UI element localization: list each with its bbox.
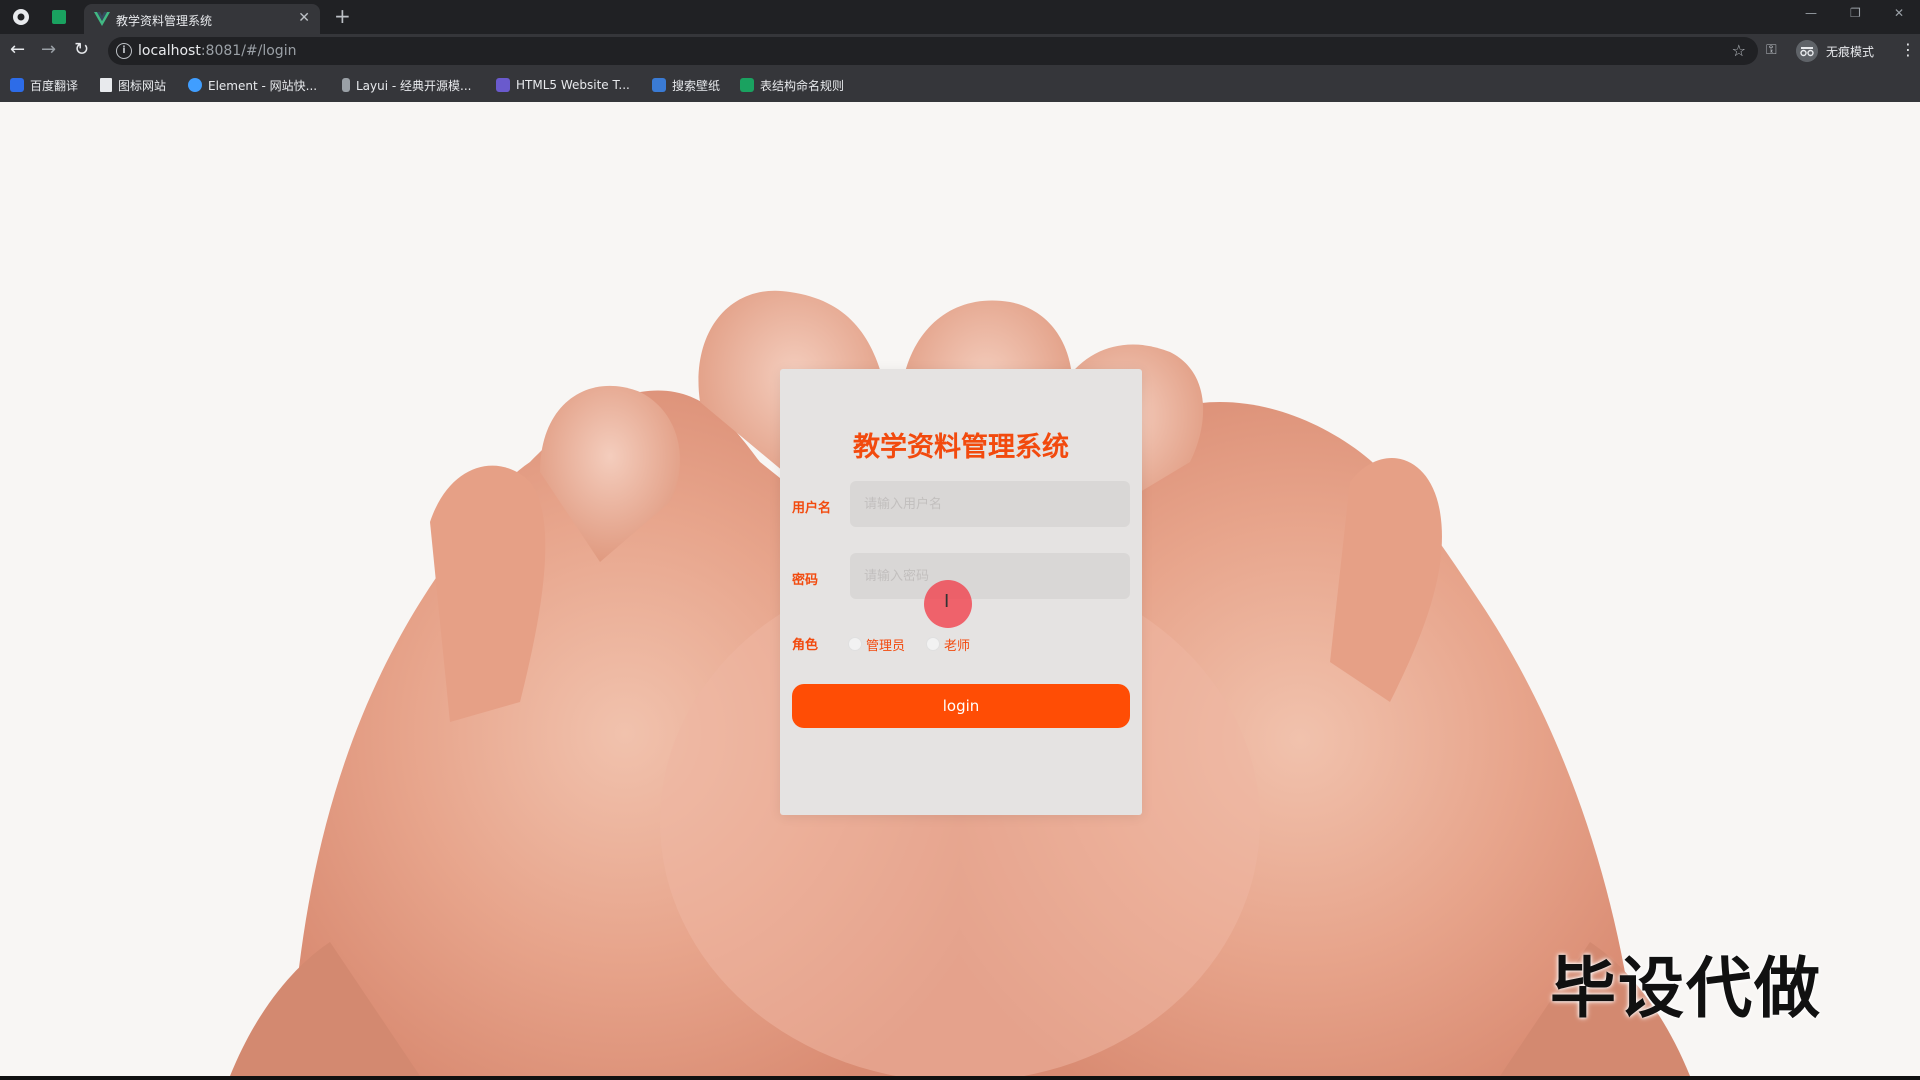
url-text: localhost:8081/#/login [138,43,297,59]
password-label: 密码 [792,573,819,588]
role-label: 角色 [792,638,819,653]
back-icon[interactable]: ← [10,40,25,60]
radio-teacher[interactable] [926,637,940,651]
browser-chrome: 教学资料管理系统 ✕ + — ❐ ✕ ← → ↻ i localhost:808… [0,0,1920,102]
radio-admin-label[interactable]: 管理员 [866,635,905,654]
role-radio-group: 管理员 老师 [848,635,1048,654]
browser-toolbar: ← → ↻ i localhost:8081/#/login ☆ ⚿ 无痕模式 … [0,34,1920,68]
pinned-tab-icon[interactable] [48,6,70,28]
bookmarks-bar: 百度翻译 图标网站 Element - 网站快... Layui - 经典开源模… [0,68,1920,102]
bottom-edge [0,1076,1920,1080]
bookmark-item[interactable]: 图标网站 [100,77,166,93]
sheet-icon [740,78,754,92]
element-icon [188,78,202,92]
active-tab[interactable]: 教学资料管理系统 ✕ [84,4,320,34]
bookmark-star-icon[interactable]: ☆ [1732,41,1746,60]
bookmark-item[interactable]: Element - 网站快... [188,77,317,93]
baidu-translate-icon [10,78,24,92]
layui-icon [342,78,350,92]
text-cursor-icon: I [944,591,950,612]
restore-icon[interactable]: ❐ [1850,6,1861,20]
address-bar[interactable]: i localhost:8081/#/login ☆ [108,37,1758,65]
close-window-icon[interactable]: ✕ [1894,6,1904,20]
flag-icon [100,78,112,92]
new-tab-icon[interactable]: + [334,6,351,26]
reload-icon[interactable]: ↻ [74,40,89,60]
minimize-icon[interactable]: — [1805,6,1817,20]
cursor-highlight: I [924,580,972,628]
close-tab-icon[interactable]: ✕ [298,10,310,26]
password-input[interactable] [850,553,1130,599]
site-info-icon[interactable]: i [116,43,132,59]
login-button[interactable]: login [792,684,1130,728]
username-label: 用户名 [792,501,832,516]
radio-admin[interactable] [848,637,862,651]
bookmark-item[interactable]: 百度翻译 [10,77,78,93]
bookmark-item[interactable]: HTML5 Website T... [496,77,630,93]
login-title: 教学资料管理系统 [853,432,1069,463]
tab-strip: 教学资料管理系统 ✕ + — ❐ ✕ [0,0,1920,34]
forward-icon[interactable]: → [41,40,56,60]
html5-icon [496,78,510,92]
bookmark-item[interactable]: 表结构命名规则 [740,77,844,93]
key-icon[interactable]: ⚿ [1766,42,1777,58]
bookmark-item[interactable]: 搜索壁纸 [652,77,720,93]
browser-menu-icon[interactable] [10,6,32,28]
radio-teacher-label[interactable]: 老师 [944,635,970,654]
wallpaper-icon [652,78,666,92]
tab-title: 教学资料管理系统 [116,14,213,28]
incognito-label[interactable]: 无痕模式 [1826,43,1874,60]
bookmark-item[interactable]: Layui - 经典开源模... [342,77,471,93]
username-input[interactable] [850,481,1130,527]
watermark-text: 毕设代做 [1550,950,1822,1027]
incognito-icon[interactable] [1796,40,1818,62]
vue-logo-icon [94,12,110,26]
more-menu-icon[interactable]: ⋮ [1900,40,1916,59]
page-viewport: 教学资料管理系统 用户名 密码 角色 管理员 老师 login I 毕设代做 [0,102,1920,1076]
